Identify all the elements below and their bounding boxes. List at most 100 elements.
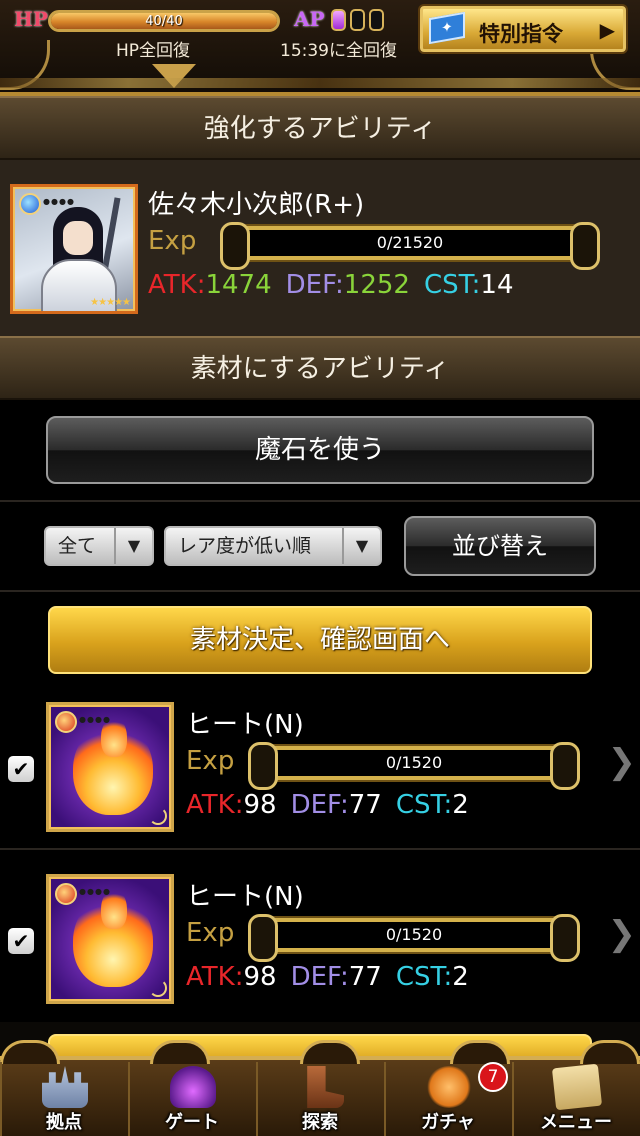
rarity-stars-icon: ★★★★★ (90, 297, 131, 308)
special-order-button[interactable]: ✦ 特別指令 ▶ (420, 6, 626, 52)
nav-item-base[interactable]: 拠点 (0, 1062, 126, 1136)
nav-ornament (580, 1040, 640, 1064)
hp-bar: 40/40 (48, 10, 280, 32)
confirm-materials-button[interactable]: 素材決定、確認画面へ (48, 606, 592, 674)
exp-value: 0/21520 (376, 233, 444, 252)
exp-label: Exp (186, 746, 235, 776)
corner-curl-icon (149, 807, 167, 825)
atk-value: 1474 (205, 270, 272, 300)
material-list-item[interactable]: ✔ ●●●● ヒート(N) Exp 0/1520 ATK:98 DEF:77 CST… (0, 864, 640, 1024)
atk-value: 98 (243, 962, 277, 992)
level-dots-icon: ●●●● (79, 715, 111, 724)
ornament-left (0, 40, 50, 90)
exp-bar: 0/1520 (248, 742, 580, 790)
stats-row: ATK:98 DEF:77 CST:2 (186, 790, 469, 820)
fire-element-icon (55, 711, 77, 733)
ap-label: AP (294, 7, 325, 31)
nav-item-gate[interactable]: ゲート (128, 1062, 254, 1136)
exp-label: Exp (148, 226, 197, 256)
def-value: 1252 (343, 270, 410, 300)
fire-ability-portrait[interactable]: ●●●● (46, 874, 174, 1004)
level-dots-icon: ●●●● (43, 197, 75, 206)
chevron-right-icon[interactable]: ❯ (608, 914, 637, 954)
special-order-label: 特別指令 (479, 22, 563, 46)
exp-bar: 0/1520 (248, 914, 580, 962)
atk-value: 98 (243, 790, 277, 820)
stats-row: ATK:98 DEF:77 CST:2 (186, 962, 469, 992)
exp-value: 0/1520 (385, 753, 443, 772)
cst-label: CST: (395, 962, 453, 992)
atk-label: ATK: (186, 962, 244, 992)
fire-ability-portrait[interactable]: ●●●● (46, 702, 174, 832)
card-name: ヒート(N) (186, 882, 304, 912)
play-arrow-icon: ▶ (599, 18, 615, 42)
cst-value: 14 (480, 270, 514, 300)
water-element-icon (19, 193, 41, 215)
card-name: ヒート(N) (186, 710, 304, 740)
gacha-icon (426, 1066, 472, 1108)
level-dots-icon: ●●●● (79, 887, 111, 896)
card-name: 佐々木小次郎(R+) (148, 190, 365, 220)
flag-icon: ✦ (429, 11, 465, 45)
atk-label: ATK: (148, 270, 206, 300)
checkbox-checked[interactable]: ✔ (8, 928, 34, 954)
nav-ornament (450, 1040, 510, 1064)
bottom-nav: 拠点 ゲート 探索 ガチャ メニュー (0, 1040, 640, 1136)
cst-value: 2 (452, 790, 469, 820)
corner-curl-icon (149, 979, 167, 997)
nav-label: 拠点 (46, 1112, 82, 1133)
hp-recovery-text: HP全回復 (116, 41, 191, 61)
castle-icon (42, 1066, 88, 1108)
nav-item-menu[interactable]: メニュー (512, 1062, 638, 1136)
target-section-header: 強化するアビリティ (0, 96, 640, 160)
def-value: 77 (348, 962, 382, 992)
nav-ornament (0, 1040, 60, 1064)
material-section-header: 素材にするアビリティ (0, 336, 640, 400)
def-label: DEF: (290, 962, 349, 992)
nav-label: メニュー (540, 1112, 612, 1133)
def-value: 77 (348, 790, 382, 820)
gacha-notification-badge: 7 (478, 1062, 508, 1092)
ap-pip (369, 9, 384, 31)
material-area: 魔石を使う 全て ▼ レア度が低い順 ▼ 並び替え 素材決定、確認画面へ ✔ ●… (0, 400, 640, 1022)
nav-label: ガチャ (421, 1112, 475, 1133)
dropdown-arrow-icon: ▼ (114, 528, 152, 564)
fire-element-icon (55, 883, 77, 905)
exp-value: 0/1520 (385, 925, 443, 944)
def-label: DEF: (290, 790, 349, 820)
ap-recovery-text: 15:39に全回復 (280, 41, 397, 61)
filter-select[interactable]: 全て ▼ (44, 526, 154, 566)
nav-label: 探索 (302, 1112, 338, 1133)
atk-label: ATK: (186, 790, 244, 820)
stats-row: ATK:1474 DEF:1252 CST:14 (148, 270, 514, 300)
portrait-face (63, 221, 93, 255)
target-ability-card[interactable]: ●●●● ★★★★★ 佐々木小次郎(R+) Exp 0/21520 ATK:14… (0, 160, 640, 336)
nav-ornament (300, 1040, 360, 1064)
flame-icon (73, 717, 153, 815)
boots-icon (307, 1066, 344, 1108)
notch-ornament (152, 64, 196, 88)
ap-pip (331, 9, 346, 31)
divider (0, 500, 640, 502)
status-bar: HP 40/40 HP全回復 AP 15:39に全回復 ✦ 特別指令 ▶ (0, 0, 640, 96)
samurai-portrait[interactable]: ●●●● ★★★★★ (10, 184, 138, 314)
chevron-right-icon[interactable]: ❯ (608, 742, 637, 782)
sort-order-select[interactable]: レア度が低い順 ▼ (164, 526, 382, 566)
divider (0, 590, 640, 592)
hp-label: HP (14, 7, 48, 31)
divider (0, 848, 640, 850)
cst-label: CST: (395, 790, 453, 820)
checkbox-checked[interactable]: ✔ (8, 756, 34, 782)
scroll-menu-icon (551, 1063, 603, 1111)
nav-item-explore[interactable]: 探索 (256, 1062, 382, 1136)
filter-selected-value: 全て (58, 535, 97, 557)
nav-label: ゲート (165, 1112, 219, 1133)
sort-button[interactable]: 並び替え (404, 516, 596, 576)
nav-ornament (150, 1040, 210, 1064)
material-list-item[interactable]: ✔ ●●●● ヒート(N) Exp 0/1520 ATK:98 DEF:77 CST… (0, 692, 640, 852)
cst-value: 2 (452, 962, 469, 992)
dropdown-arrow-icon: ▼ (342, 528, 380, 564)
def-label: DEF: (285, 270, 344, 300)
exp-bar: 0/21520 (220, 222, 600, 270)
use-magic-stone-button[interactable]: 魔石を使う (46, 416, 594, 484)
